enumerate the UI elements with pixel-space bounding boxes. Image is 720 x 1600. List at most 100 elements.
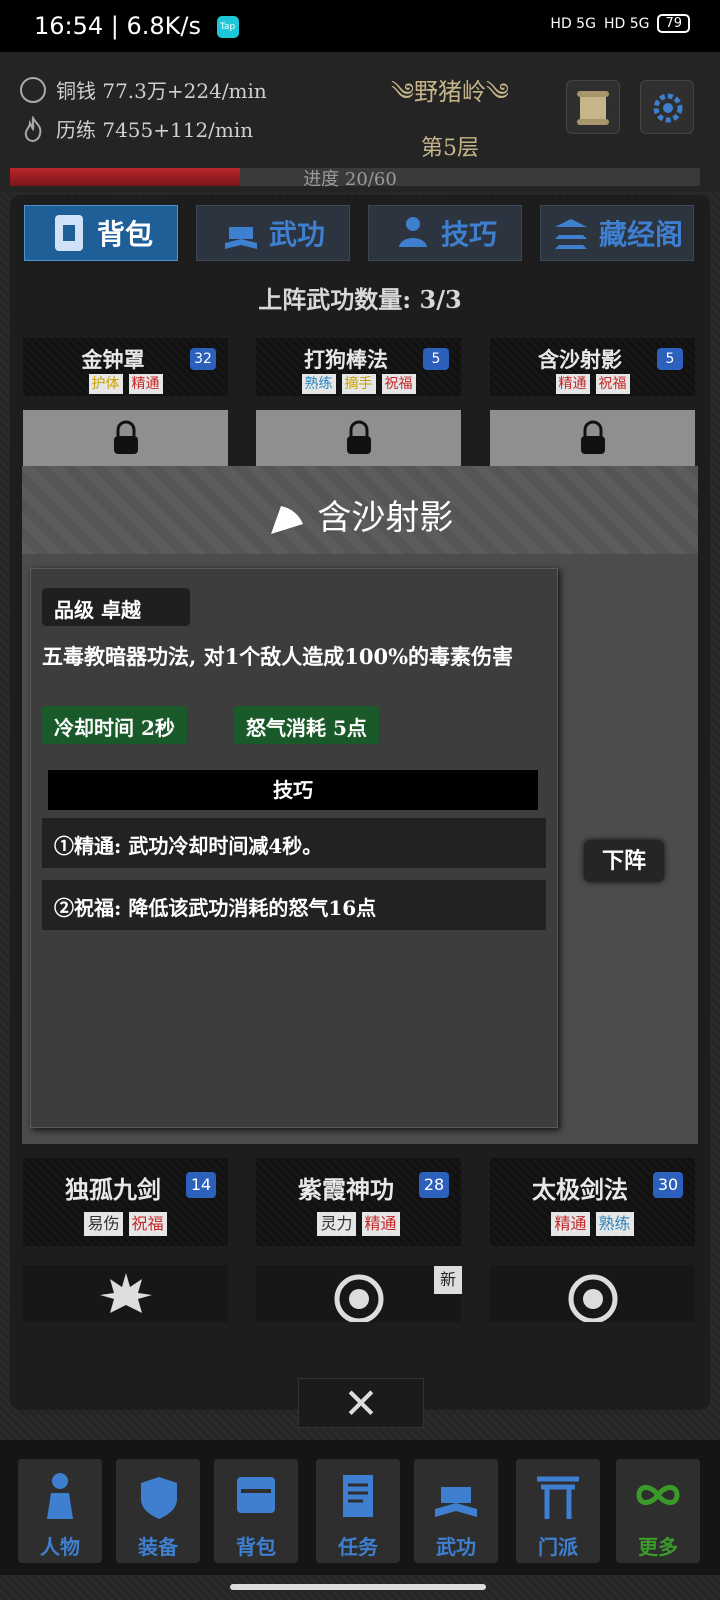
coin-icon bbox=[20, 76, 46, 103]
nav-quests[interactable]: 任务 bbox=[316, 1459, 400, 1563]
nav-more[interactable]: 更多 bbox=[616, 1459, 700, 1563]
skill-tags: 熟练 摘手 祝福 bbox=[256, 374, 461, 394]
sect-icon bbox=[537, 1476, 579, 1519]
skill-tags: 精通 祝福 bbox=[490, 374, 695, 394]
tab-martial-arts[interactable]: 武功 bbox=[196, 205, 350, 261]
skill-name: 紫霞神功 bbox=[298, 1175, 394, 1204]
nav-equipment[interactable]: 装备 bbox=[116, 1459, 200, 1563]
equipped-count: 上阵武功数量: 3/3 bbox=[258, 285, 462, 314]
skill-grade: 品级 卓越 bbox=[42, 588, 190, 626]
tap-app-icon: Tap bbox=[216, 16, 239, 38]
nav-backpack[interactable]: 背包 bbox=[214, 1459, 298, 1563]
status-right: HD 5G HD 5G 79 bbox=[550, 14, 690, 33]
book-icon bbox=[224, 227, 257, 249]
skill-description: 五毒教暗器功法, 对1个敌人造成100%的毒素伤害 bbox=[42, 644, 514, 669]
lock-icon bbox=[113, 420, 138, 454]
experience-row: 历练 7455+112/min bbox=[20, 114, 253, 143]
skill-level-badge: 5 bbox=[423, 348, 449, 370]
settings-button[interactable] bbox=[640, 80, 694, 134]
skill-tag: 祝福 bbox=[595, 374, 630, 394]
pagoda-icon bbox=[554, 219, 587, 249]
skill-name: 独孤九剑 bbox=[65, 1175, 161, 1204]
inventory-icon-card[interactable] bbox=[490, 1265, 695, 1322]
skill-tag: 精通 bbox=[555, 374, 590, 394]
skill-tags: 精通 熟练 bbox=[490, 1212, 695, 1236]
skill-tag: 护体 bbox=[88, 374, 123, 394]
nav-sect[interactable]: 门派 bbox=[516, 1459, 600, 1563]
skill-tag: 灵力 bbox=[317, 1212, 356, 1236]
battery-indicator: 79 bbox=[657, 14, 690, 33]
close-button[interactable]: ✕ bbox=[298, 1378, 424, 1428]
palm-swirl-icon bbox=[568, 1274, 617, 1322]
quest-icon bbox=[343, 1475, 373, 1517]
skill-tags: 灵力 精通 bbox=[256, 1212, 461, 1236]
fan-icon bbox=[270, 505, 303, 534]
backpack-icon bbox=[237, 1477, 275, 1513]
rage-cost-stat: 怒气消耗 5点 bbox=[234, 706, 379, 744]
skill-tag: 熟练 bbox=[595, 1212, 634, 1236]
inventory-icon-card[interactable] bbox=[23, 1265, 228, 1322]
scroll-button[interactable] bbox=[566, 80, 620, 134]
burst-icon bbox=[99, 1273, 152, 1313]
infinity-icon bbox=[636, 1485, 680, 1505]
tab-backpack[interactable]: 背包 bbox=[24, 205, 178, 261]
equipment-icon bbox=[141, 1477, 177, 1519]
flame-icon bbox=[24, 115, 42, 142]
skill-level-badge: 5 bbox=[657, 348, 683, 370]
skill-tags: 易伤 祝福 bbox=[23, 1212, 228, 1236]
skill-name: 太极剑法 bbox=[532, 1175, 628, 1204]
character-icon bbox=[47, 1473, 73, 1519]
locked-slot[interactable] bbox=[256, 410, 461, 466]
inventory-skill-card[interactable]: 紫霞神功 28 灵力 精通 bbox=[256, 1158, 461, 1246]
inventory-icon-card[interactable] bbox=[256, 1265, 461, 1322]
skill-tag: 精通 bbox=[128, 374, 163, 394]
experience-text: 历练 7455+112/min bbox=[56, 118, 254, 142]
nav-martial-arts[interactable]: 武功 bbox=[414, 1459, 498, 1563]
new-badge: 新 bbox=[434, 1266, 462, 1294]
progress-text: 进度 20/60 bbox=[303, 169, 397, 190]
skill-level-badge: 30 bbox=[653, 1172, 683, 1198]
equipped-skill-card[interactable]: 金钟罩 32 护体 精通 bbox=[23, 338, 228, 396]
locked-slot[interactable] bbox=[23, 410, 228, 466]
signal-2: HD 5G bbox=[603, 15, 650, 32]
inventory-skill-card[interactable]: 独孤九剑 14 易伤 祝福 bbox=[23, 1158, 228, 1246]
lock-icon bbox=[346, 420, 371, 454]
inventory-skill-card[interactable]: 太极剑法 30 精通 熟练 bbox=[490, 1158, 695, 1246]
equipped-skill-card[interactable]: 含沙射影 5 精通 祝福 bbox=[490, 338, 695, 396]
skill-name: 打狗棒法 bbox=[304, 347, 388, 372]
perks-header: 技巧 bbox=[48, 770, 538, 810]
perk-item: ①精通: 武功冷却时间减4秒。 bbox=[42, 818, 546, 868]
nav-character[interactable]: 人物 bbox=[18, 1459, 102, 1563]
scroll-icon bbox=[577, 91, 609, 125]
martial-arts-icon bbox=[435, 1487, 477, 1517]
status-bar: 16:54 | 6.8K/s Tap HD 5G HD 5G 79 bbox=[0, 0, 720, 52]
unequip-button[interactable]: 下阵 bbox=[584, 840, 664, 882]
locked-slot[interactable] bbox=[490, 410, 695, 466]
coins-text: 铜钱 77.3万+224/min bbox=[56, 79, 267, 103]
skill-tag: 祝福 bbox=[128, 1212, 167, 1236]
floor-label: 第5层 bbox=[421, 136, 479, 161]
tab-library[interactable]: 藏经阁 bbox=[540, 205, 694, 261]
status-time: 16:54 | 6.8K/s Tap bbox=[34, 12, 239, 40]
skill-detail-title: 含沙射影 bbox=[0, 490, 720, 540]
signal-1: HD 5G bbox=[550, 15, 596, 32]
tab-techniques[interactable]: 技巧 bbox=[368, 205, 522, 261]
home-indicator[interactable] bbox=[230, 1584, 486, 1590]
coins-row: 铜钱 77.3万+224/min bbox=[20, 75, 267, 104]
skill-level-badge: 28 bbox=[419, 1172, 449, 1198]
equipped-skill-card[interactable]: 打狗棒法 5 熟练 摘手 祝福 bbox=[256, 338, 461, 396]
location-title: ༄野猪岭༄ bbox=[391, 78, 509, 106]
cooldown-stat: 冷却时间 2秒 bbox=[42, 706, 187, 744]
lock-icon bbox=[580, 420, 605, 454]
skill-level-badge: 32 bbox=[190, 348, 216, 370]
skill-tag: 易伤 bbox=[84, 1212, 123, 1236]
gear-icon bbox=[653, 93, 683, 123]
skill-tags: 护体 精通 bbox=[23, 374, 228, 394]
skill-tag: 摘手 bbox=[341, 374, 376, 394]
meditation-icon bbox=[398, 217, 427, 247]
skill-tag: 熟练 bbox=[301, 374, 336, 394]
skill-name: 金钟罩 bbox=[81, 347, 145, 372]
backpack-icon bbox=[54, 215, 83, 251]
perk-item: ②祝福: 降低该武功消耗的怒气16点 bbox=[42, 880, 546, 930]
skill-tag: 精通 bbox=[361, 1212, 400, 1236]
